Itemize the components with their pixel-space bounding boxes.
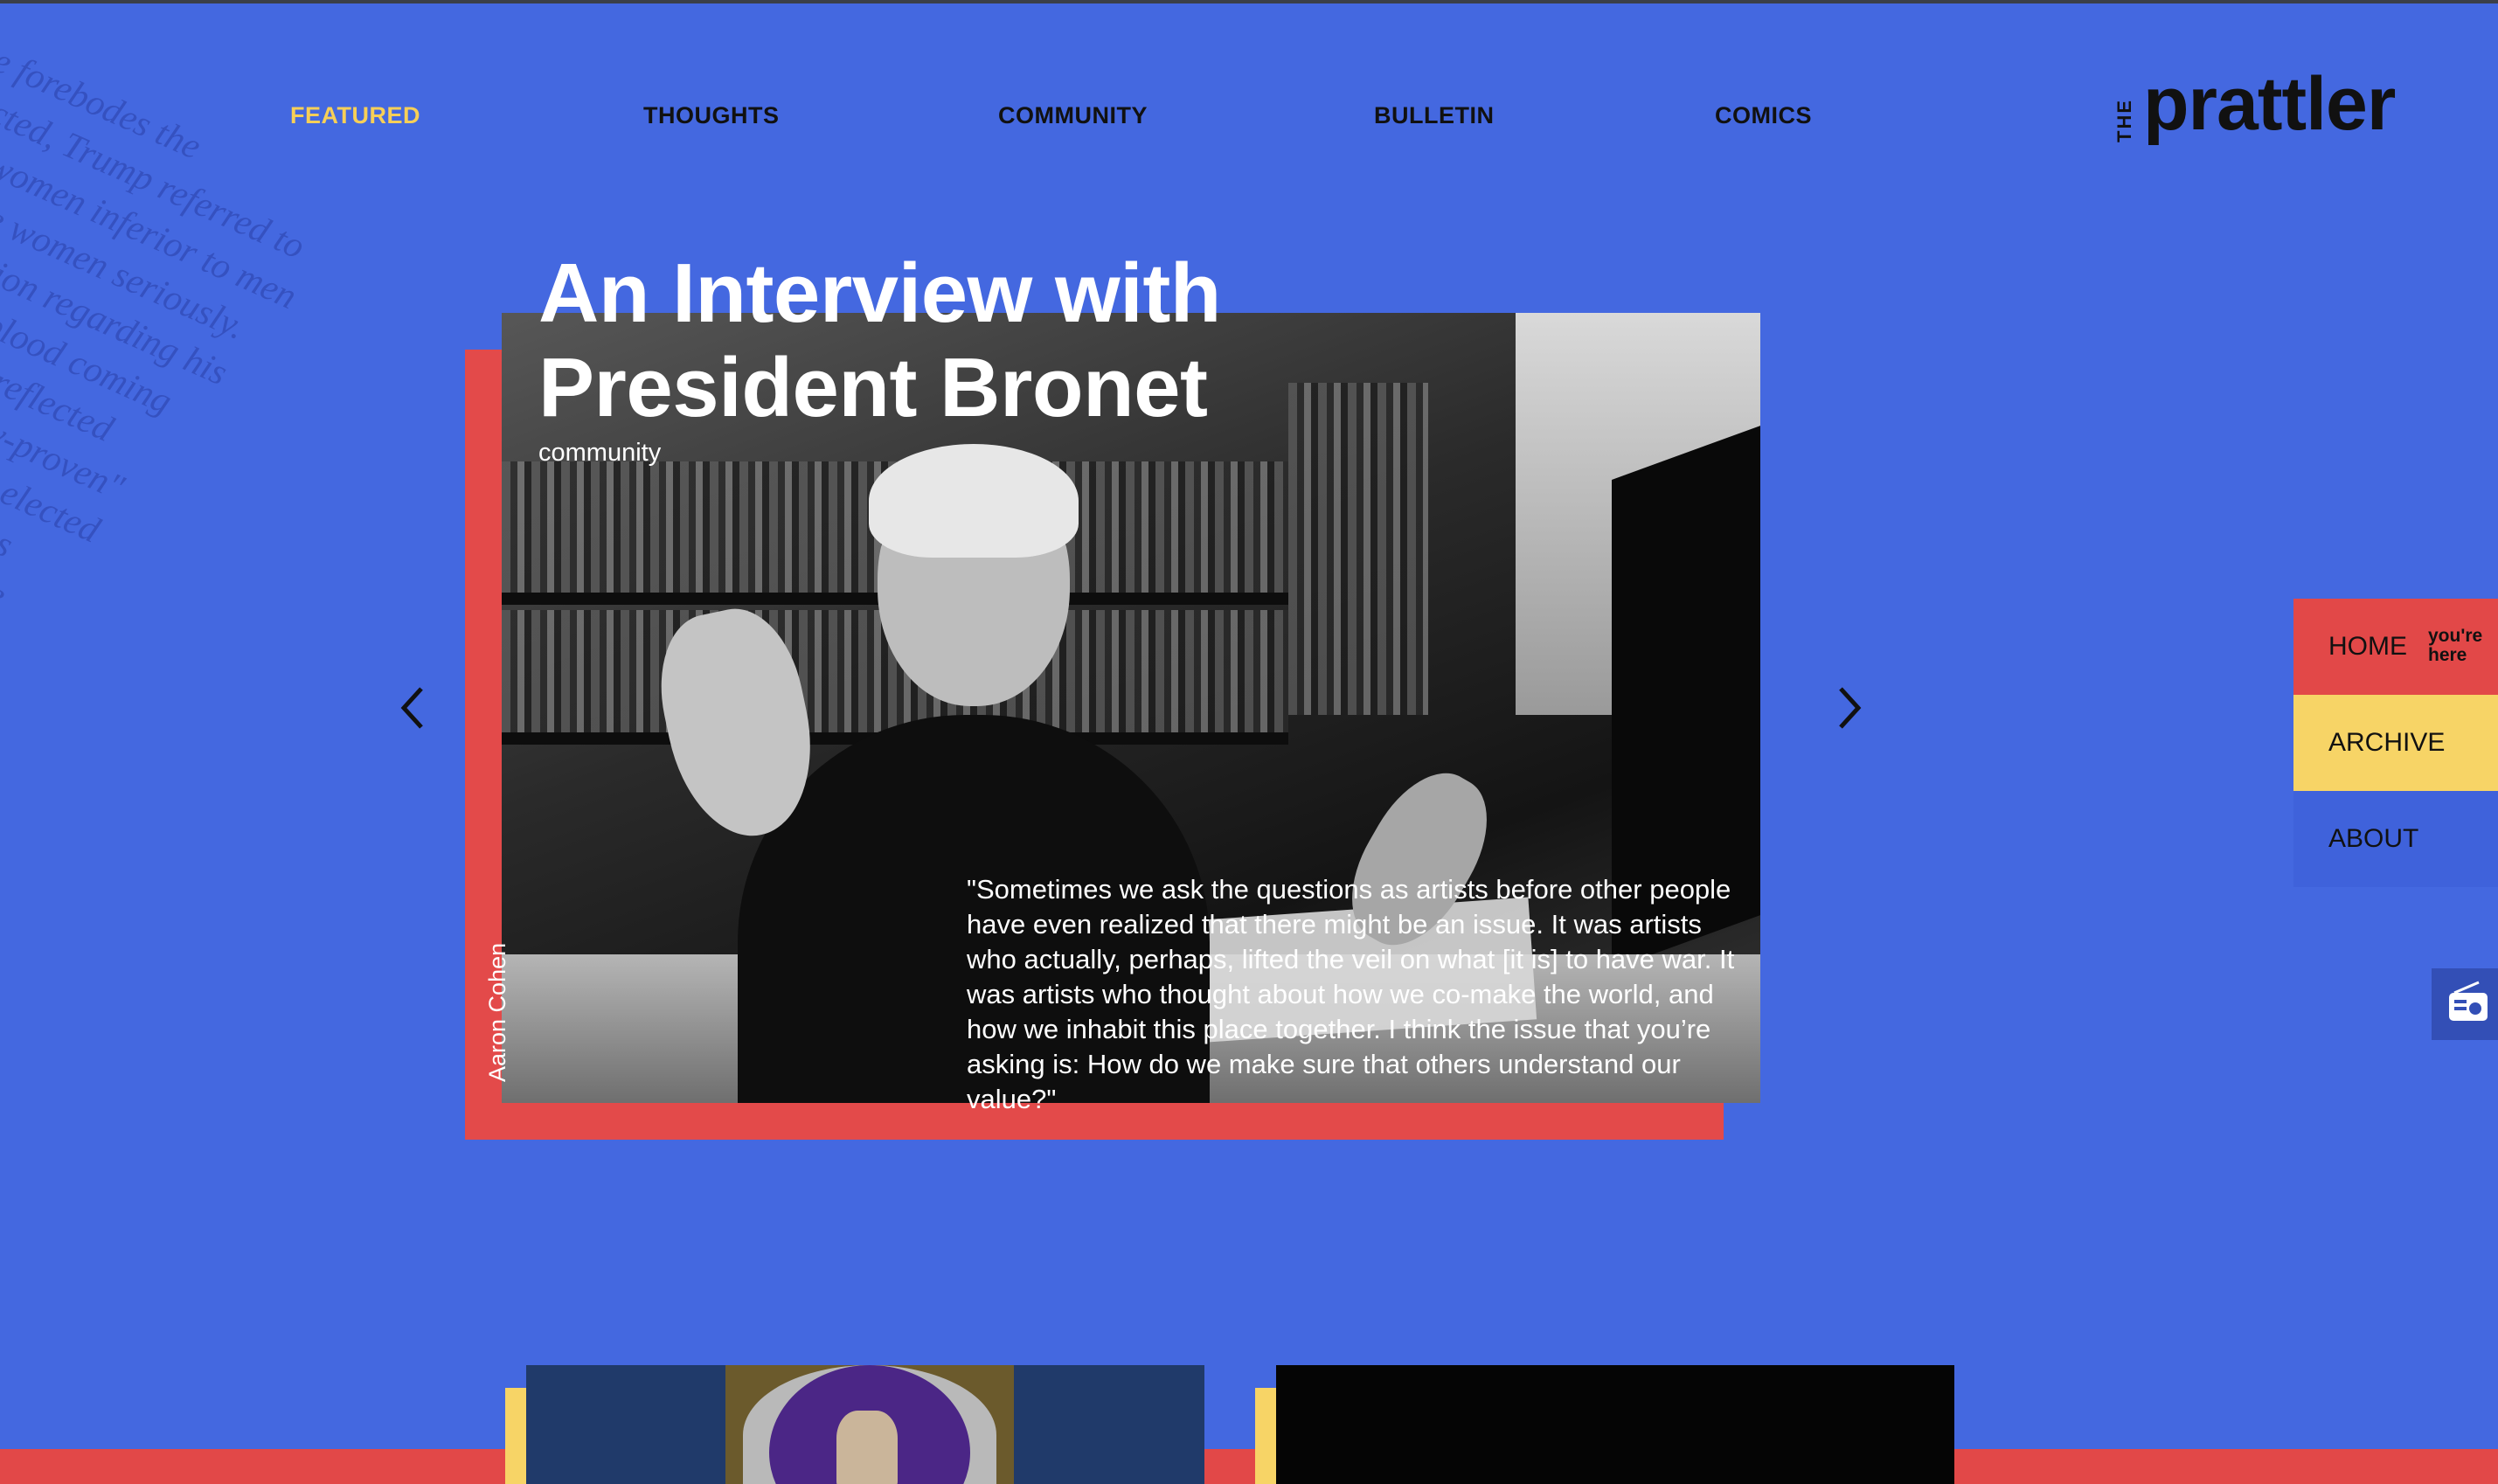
nav-thoughts[interactable]: THOUGHTS	[643, 102, 780, 129]
carousel-next-button[interactable]	[1827, 682, 1870, 734]
bookshelf-row	[1288, 383, 1428, 715]
hero-title[interactable]: An Interview with President Bronet	[538, 246, 1221, 435]
nav-community[interactable]: COMMUNITY	[998, 102, 1148, 129]
nav-bulletin[interactable]: BULLETIN	[1374, 102, 1494, 129]
radio-button[interactable]	[2432, 968, 2498, 1040]
logo-name: prattler	[2143, 62, 2396, 146]
current-page-note: you're here	[2428, 626, 2483, 665]
person-hair	[869, 444, 1079, 558]
card-accent	[505, 1388, 526, 1484]
bottom-red-band	[0, 1449, 2498, 1484]
background-text: ise forebodes the elected, Trump referre…	[0, 30, 311, 617]
background-text-right	[1944, 489, 1967, 532]
logo-prefix: THE	[2113, 99, 2135, 142]
card-figure	[836, 1411, 898, 1484]
side-menu-about[interactable]: ABOUT	[2293, 791, 2498, 887]
chevron-left-icon	[400, 687, 423, 729]
carousel-prev-button[interactable]	[392, 682, 435, 734]
radio-icon	[2449, 981, 2488, 1021]
nav-featured[interactable]: FEATURED	[290, 102, 420, 129]
top-border	[0, 0, 2498, 3]
side-menu-archive-label: ARCHIVE	[2328, 728, 2446, 757]
nav-comics[interactable]: COMICS	[1715, 102, 1812, 129]
article-card-thumbnail[interactable]	[1276, 1365, 1954, 1484]
hero-category[interactable]: community	[538, 439, 661, 468]
side-menu-about-label: ABOUT	[2328, 824, 2419, 853]
card-accent	[1255, 1388, 1276, 1484]
hero-quote: "Sometimes we ask the questions as artis…	[967, 874, 1735, 1114]
side-menu-archive[interactable]: ARCHIVE	[2293, 695, 2498, 791]
photo-credit: Aaron Cohen	[484, 942, 510, 1082]
side-menu-home[interactable]: HOME you're here	[2293, 599, 2498, 695]
side-menu-home-label: HOME	[2328, 632, 2407, 661]
article-card-thumbnail[interactable]	[526, 1365, 1204, 1484]
chevron-right-icon	[1839, 687, 1862, 729]
